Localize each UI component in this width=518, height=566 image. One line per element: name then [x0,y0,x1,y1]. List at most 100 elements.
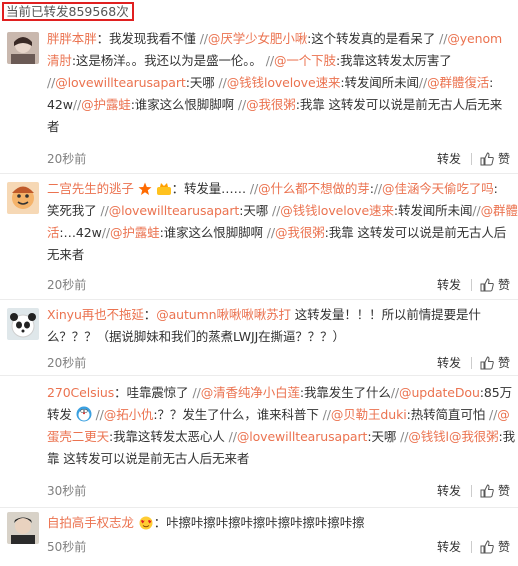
mention-link[interactable]: @佳涵今天偷吃了吗 [382,181,494,196]
avatar[interactable] [7,308,39,340]
separator: // [249,181,259,196]
separator: // [192,385,201,400]
comment-line: 蛋壳二更天:我靠这转发太恶心人 //@lovewilltearusapart:天… [47,426,516,448]
comment-line: 么？？？（据说脚妹和我们的蒸煮LWJJ在撕逼？？？） [47,326,513,348]
mention-link[interactable]: @什么都不想做的芽 [258,181,370,196]
text-segment: 无来者 [47,247,85,262]
comment-text: 胖胖本胖：我发现我看不懂 //@厌学少女肥小啾:这个转发真的是看呆了 //@ye… [47,28,513,138]
separator: // [322,407,331,422]
like-button[interactable]: 赞 [498,354,510,371]
repost-button[interactable]: 转发 [437,150,461,167]
avatar-image [7,512,39,544]
mention-link[interactable]: @lovewilltearusapart [55,75,186,90]
mention-link[interactable]: @钱钱lovelove速来 [227,75,341,90]
divider [470,278,472,291]
separator: // [199,31,208,46]
like-button[interactable]: 赞 [498,482,510,499]
comment-line: 自拍高手权志龙 ：咔擦咔擦咔擦咔擦咔擦咔擦咔擦咔擦 [47,512,513,534]
text-segment: 这转发量！！！所以前情提要是什 [290,307,481,322]
mention-link[interactable]: @我很粥 [246,97,296,112]
avatar-image [7,182,39,214]
comment-line: 二宫先生的逃子 ：转发量…… //@什么都不想做的芽://@佳涵今天偷吃了吗: [47,178,513,200]
mention-link[interactable]: @我很粥 [449,429,499,444]
like-icon[interactable] [480,355,494,370]
mention-link[interactable]: @群體復活 [427,75,489,90]
repost-button[interactable]: 转发 [437,354,461,371]
repost-count-text: 当前已转发859568次 [6,4,129,19]
mention-link[interactable]: @lovewilltearusapart [237,429,368,444]
text-segment: ：转发量…… [171,181,250,196]
mention-link[interactable]: @护露蛙 [81,97,131,112]
mention-link[interactable]: @lovewilltearusapart [109,203,240,218]
mention-link[interactable]: 蛋壳二更天 [47,429,109,444]
text-segment: : [489,75,494,90]
text-segment: :天哪 [367,429,401,444]
text-segment: :热转简直可怕 [406,407,489,422]
mention-link[interactable]: @yenom [447,31,502,46]
like-icon[interactable] [480,151,494,166]
text-segment: :我靠这转发太恶心人 [109,429,229,444]
comment-line: 靠 这转发可以说是前无古人后无来者 [47,448,513,470]
repost-button[interactable]: 转发 [437,276,461,293]
username-link[interactable]: 270Celsius [47,385,114,400]
mention-link[interactable]: @拓小仇 [104,407,154,422]
comment-line: 胖胖本胖：我发现我看不懂 //@厌学少女肥小啾:这个转发真的是看呆了 //@ye… [47,28,513,50]
mention-link[interactable]: @钱钱l [408,429,449,444]
text-segment: : [493,181,498,196]
comment-text: 二宫先生的逃子 ：转发量…… //@什么都不想做的芽://@佳涵今天偷吃了吗: … [47,178,518,266]
mention-link[interactable]: @厌学少女肥小啾 [208,31,307,46]
avatar[interactable] [7,182,39,214]
repost-count-box: 当前已转发859568次 [2,2,134,21]
mention-link[interactable]: @清香纯净小白莲 [201,385,300,400]
text-segment: ：我发现我看不懂 [96,31,200,46]
like-button[interactable]: 赞 [498,538,510,555]
text-segment: :我靠发生了什么 [299,385,391,400]
timestamp: 50秒前 [47,540,87,554]
repost-button[interactable]: 转发 [437,482,461,499]
username-link[interactable]: 二宫先生的逃子 [47,181,134,196]
like-icon[interactable] [480,483,494,498]
like-icon[interactable] [480,539,494,554]
comment-line: //@lovewilltearusapart:天哪 //@钱钱lovelove速… [47,72,513,94]
comment-text: 270Celsius：哇靠震惊了 //@清香纯净小白莲:我靠发生了什么//@up… [47,382,516,470]
mention-link[interactable]: @钱钱lovelove速来 [280,203,394,218]
text-segment: :85万 [479,385,513,400]
mention-link[interactable]: @贝勒王duki [331,407,407,422]
comment-line: 42w//@护露蛙:谁家这么恨脚脚啊 //@我很粥:我靠 这转发可以说是前无古人… [47,94,513,116]
comment-actions: 转发 赞 [437,276,510,293]
text-segment: :我靠 这转发可以说是前无古人后无来 [295,97,503,112]
avatar[interactable] [7,512,39,544]
username-link[interactable]: Xinyu再也不拖延 [47,307,144,322]
text-segment: :我 [498,429,516,444]
mention-link[interactable]: @autumn啾啾啾啾苏打 [156,307,291,322]
mention-link[interactable]: @群體復 [481,203,518,218]
text-segment: 么？？？（据说脚妹和我们的蒸煮LWJJ在撕逼？？？） [47,329,345,344]
mention-link[interactable]: @updateDou [399,385,480,400]
like-icon[interactable] [480,277,494,292]
like-button[interactable]: 赞 [498,276,510,293]
repost-button[interactable]: 转发 [437,538,461,555]
mention-link[interactable]: @我很粥 [275,225,325,240]
text-segment: 42w [47,97,73,112]
separator: // [100,203,109,218]
like-button[interactable]: 赞 [498,150,510,167]
heart-face-badge-icon [139,516,153,530]
comment-line: 清肘:这是杨洋。。我还以为是盛一伦。。 //@一个下肢:我靠这转发太厉害了 [47,50,513,72]
avatar[interactable] [7,32,39,64]
mention-link[interactable]: 活 [47,225,60,240]
timestamp: 20秒前 [47,152,87,166]
mention-link[interactable]: @护露蛙 [110,225,160,240]
separator: // [266,225,276,240]
text-segment: 靠 这转发可以说是前无古人后无来者 [47,451,250,466]
list-item: 自拍高手权志龙 ：咔擦咔擦咔擦咔擦咔擦咔擦咔擦咔擦 50秒前 转发 赞 [0,508,518,566]
mention-link[interactable]: @ [497,407,510,422]
username-link[interactable]: 胖胖本胖 [47,31,97,46]
mention-link[interactable]: @一个下肢 [274,53,336,68]
timestamp: 20秒前 [47,356,87,370]
text-segment: :我靠 这转发可以说是前无古人后 [324,225,507,240]
username-link[interactable]: 自拍高手权志龙 [47,515,134,530]
comment-line: 笑死我了 //@lovewilltearusapart:天哪 //@钱钱love… [47,200,518,222]
text-segment: :天哪 [239,203,272,218]
mention-link[interactable]: 清肘 [47,53,72,68]
comment-actions: 转发 赞 [437,538,510,555]
